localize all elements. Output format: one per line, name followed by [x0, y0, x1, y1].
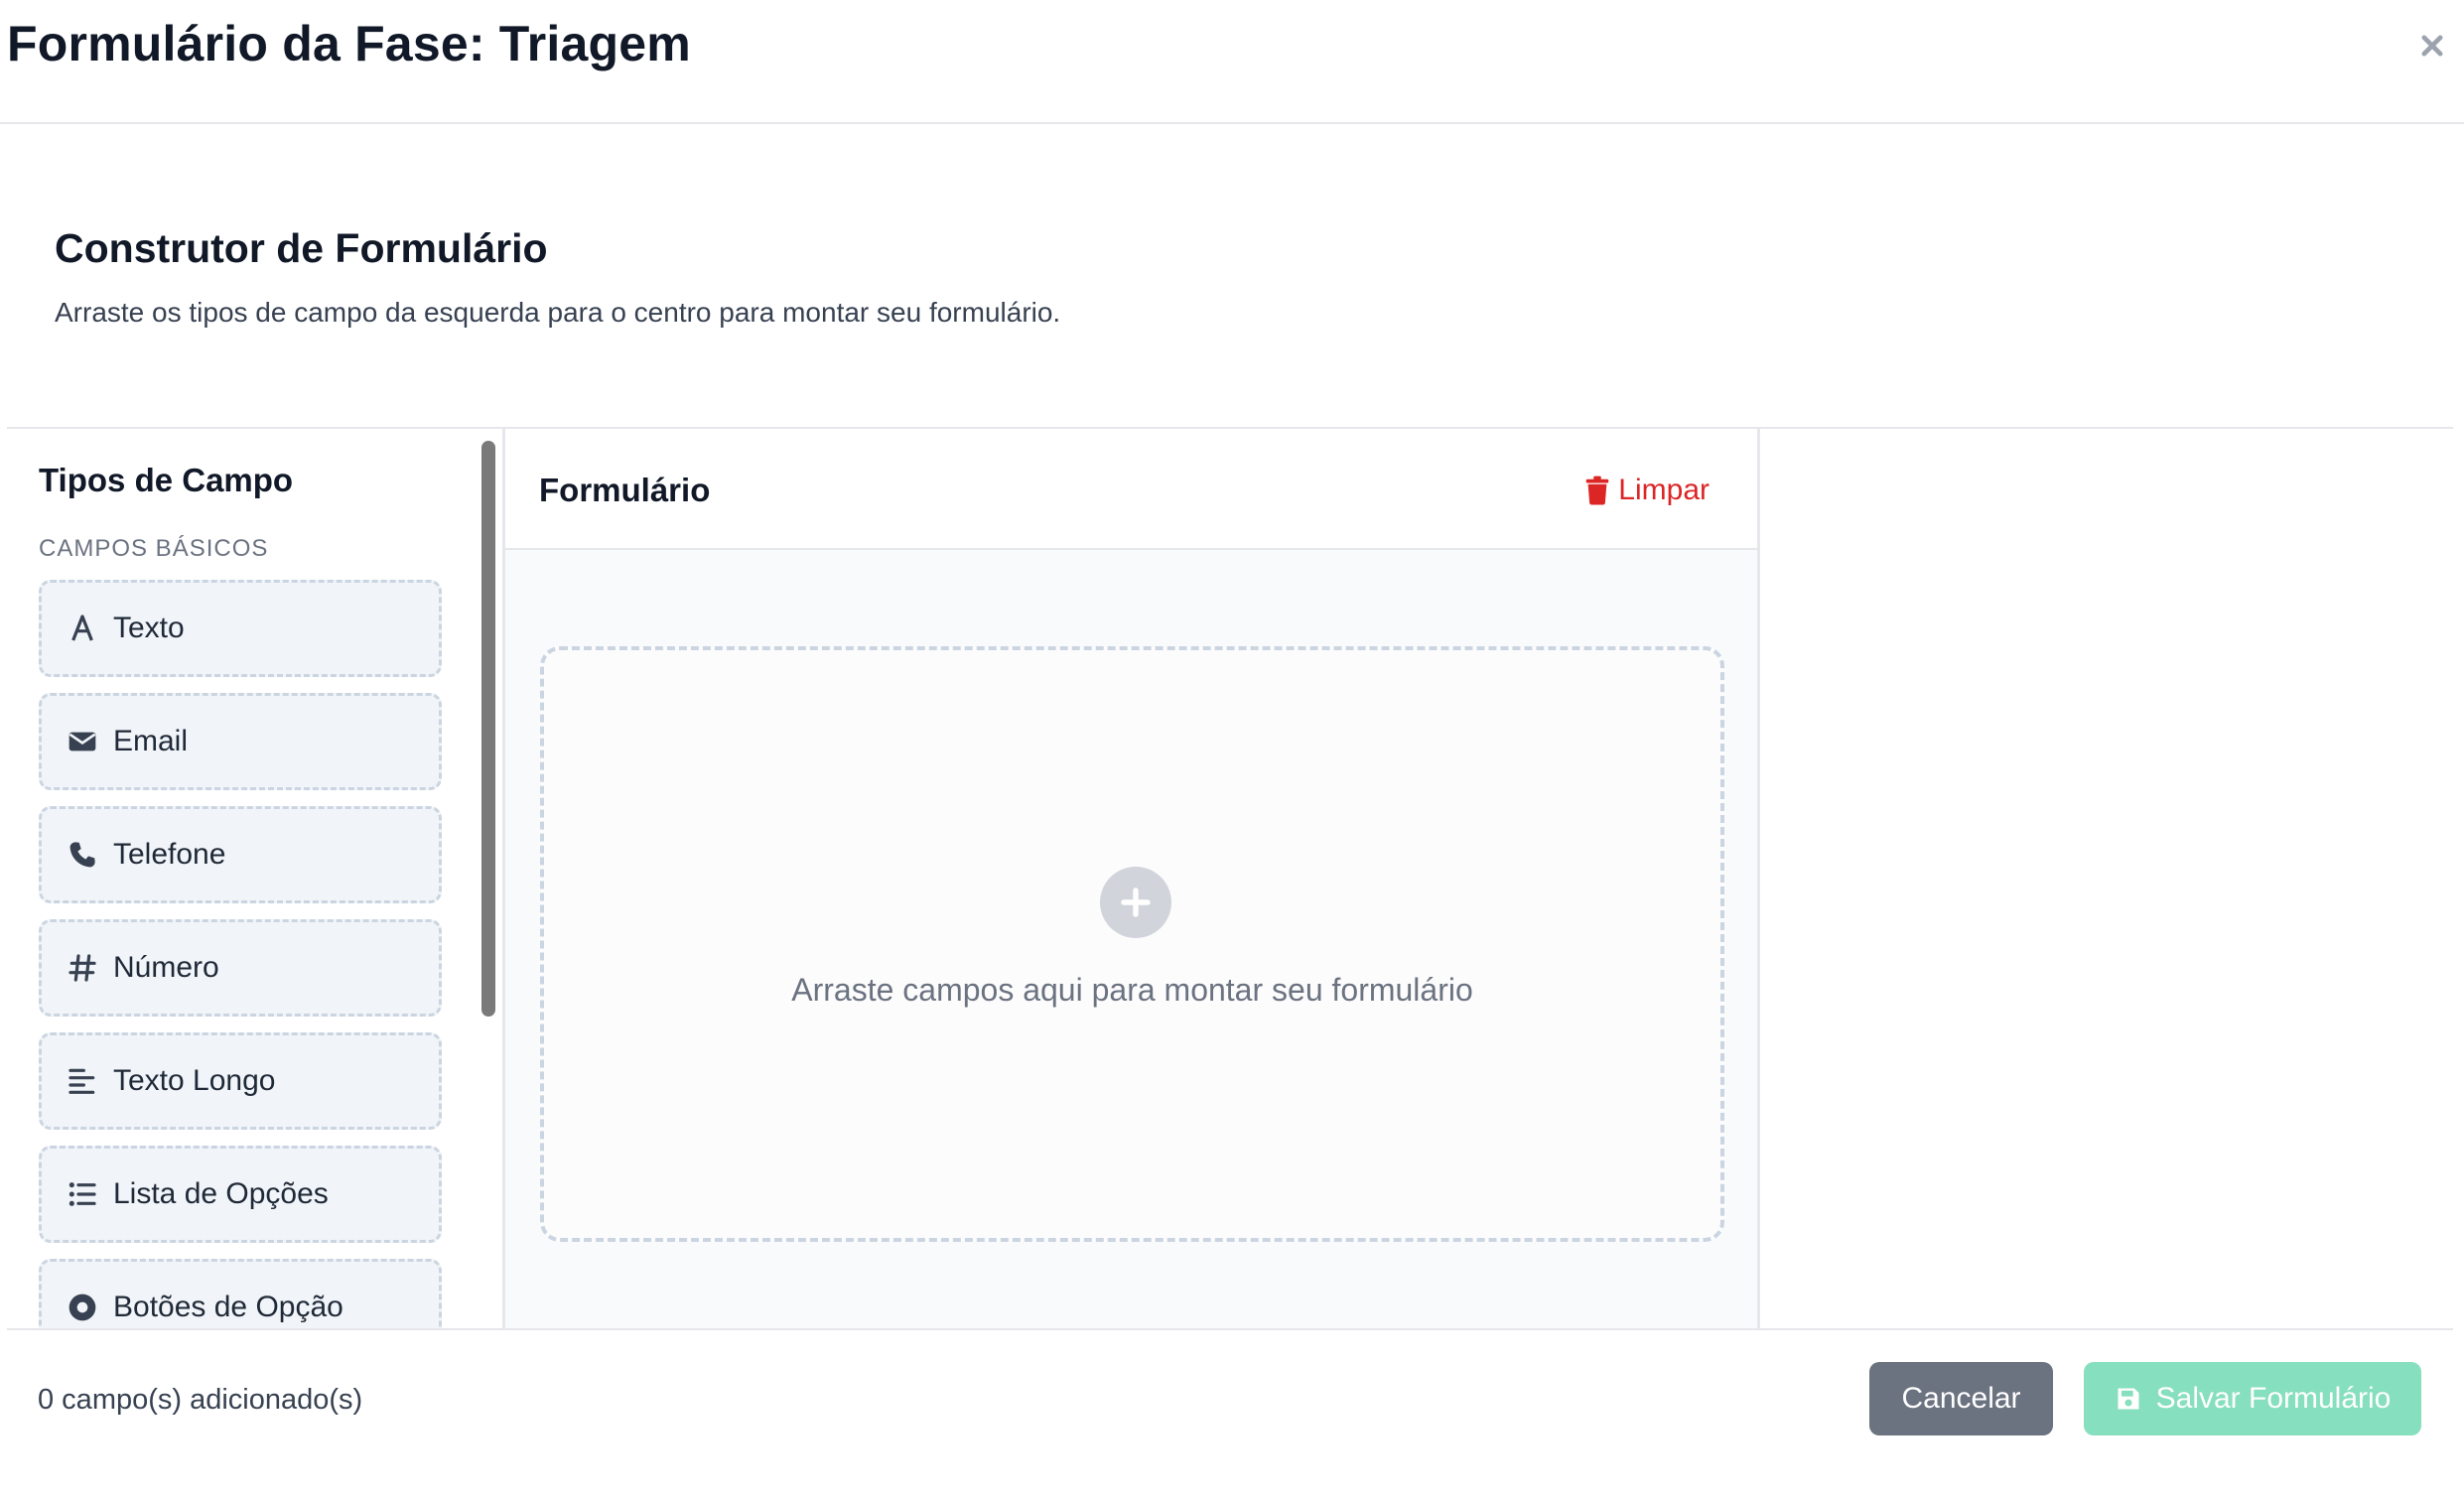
modal-header: Formulário da Fase: Triagem	[0, 0, 2464, 124]
field-type-label: Botões de Opção	[113, 1291, 343, 1323]
trash-icon	[1586, 476, 1609, 505]
builder-description: Arraste os tipos de campo da esquerda pa…	[55, 297, 1061, 328]
sidebar-scrollbar[interactable]	[481, 441, 495, 1017]
plus-icon	[1100, 867, 1171, 938]
close-button[interactable]	[2414, 28, 2450, 64]
field-type-lista-opcoes[interactable]: Lista de Opções	[39, 1146, 442, 1243]
builder-area: Tipos de Campo CAMPOS BÁSICOS Texto Emai…	[7, 427, 2453, 1330]
align-left-icon	[66, 1064, 99, 1098]
form-canvas: Formulário Limpar Arraste campos aqui pa…	[505, 429, 1760, 1328]
field-type-label: Email	[113, 725, 189, 757]
hash-icon	[66, 951, 99, 985]
canvas-title: Formulário	[539, 472, 711, 508]
save-icon	[2118, 1388, 2139, 1410]
field-types-sidebar: Tipos de Campo CAMPOS BÁSICOS Texto Emai…	[7, 429, 505, 1328]
cancel-label: Cancelar	[1901, 1382, 2021, 1415]
field-type-list: Texto Email Telefone Número Texto Longo …	[39, 580, 442, 1328]
field-type-email[interactable]: Email	[39, 693, 442, 790]
cancel-button[interactable]: Cancelar	[1869, 1362, 2053, 1435]
save-label: Salvar Formulário	[2155, 1382, 2392, 1415]
dropzone-text: Arraste campos aqui para montar seu form…	[791, 972, 1473, 1008]
field-type-label: Telefone	[113, 838, 226, 871]
field-type-numero[interactable]: Número	[39, 919, 442, 1017]
builder-heading: Construtor de Formulário	[55, 225, 548, 271]
save-form-button[interactable]: Salvar Formulário	[2084, 1362, 2421, 1435]
close-icon	[2421, 35, 2443, 57]
field-type-botoes-opcao[interactable]: Botões de Opção	[39, 1259, 442, 1328]
field-type-label: Número	[113, 951, 219, 984]
envelope-icon	[66, 725, 99, 758]
form-dropzone[interactable]: Arraste campos aqui para montar seu form…	[540, 646, 1724, 1242]
section-label-basic: CAMPOS BÁSICOS	[39, 535, 269, 562]
field-type-telefone[interactable]: Telefone	[39, 806, 442, 903]
canvas-header: Formulário Limpar	[505, 429, 1757, 550]
field-type-texto[interactable]: Texto	[39, 580, 442, 677]
field-type-texto-longo[interactable]: Texto Longo	[39, 1032, 442, 1130]
clear-button[interactable]: Limpar	[1584, 469, 1710, 512]
modal-title: Formulário da Fase: Triagem	[7, 16, 691, 71]
field-count: 0 campo(s) adicionado(s)	[38, 1384, 363, 1416]
text-icon	[66, 612, 99, 645]
field-type-label: Texto Longo	[113, 1064, 276, 1097]
clear-label: Limpar	[1618, 474, 1710, 506]
sidebar-title: Tipos de Campo	[39, 462, 294, 498]
field-type-label: Lista de Opções	[113, 1177, 329, 1210]
phone-icon	[66, 838, 99, 872]
form-builder-modal: Formulário da Fase: Triagem Construtor d…	[0, 0, 2464, 1500]
list-icon	[66, 1177, 99, 1211]
radio-icon	[66, 1291, 99, 1324]
field-type-label: Texto	[113, 612, 185, 644]
